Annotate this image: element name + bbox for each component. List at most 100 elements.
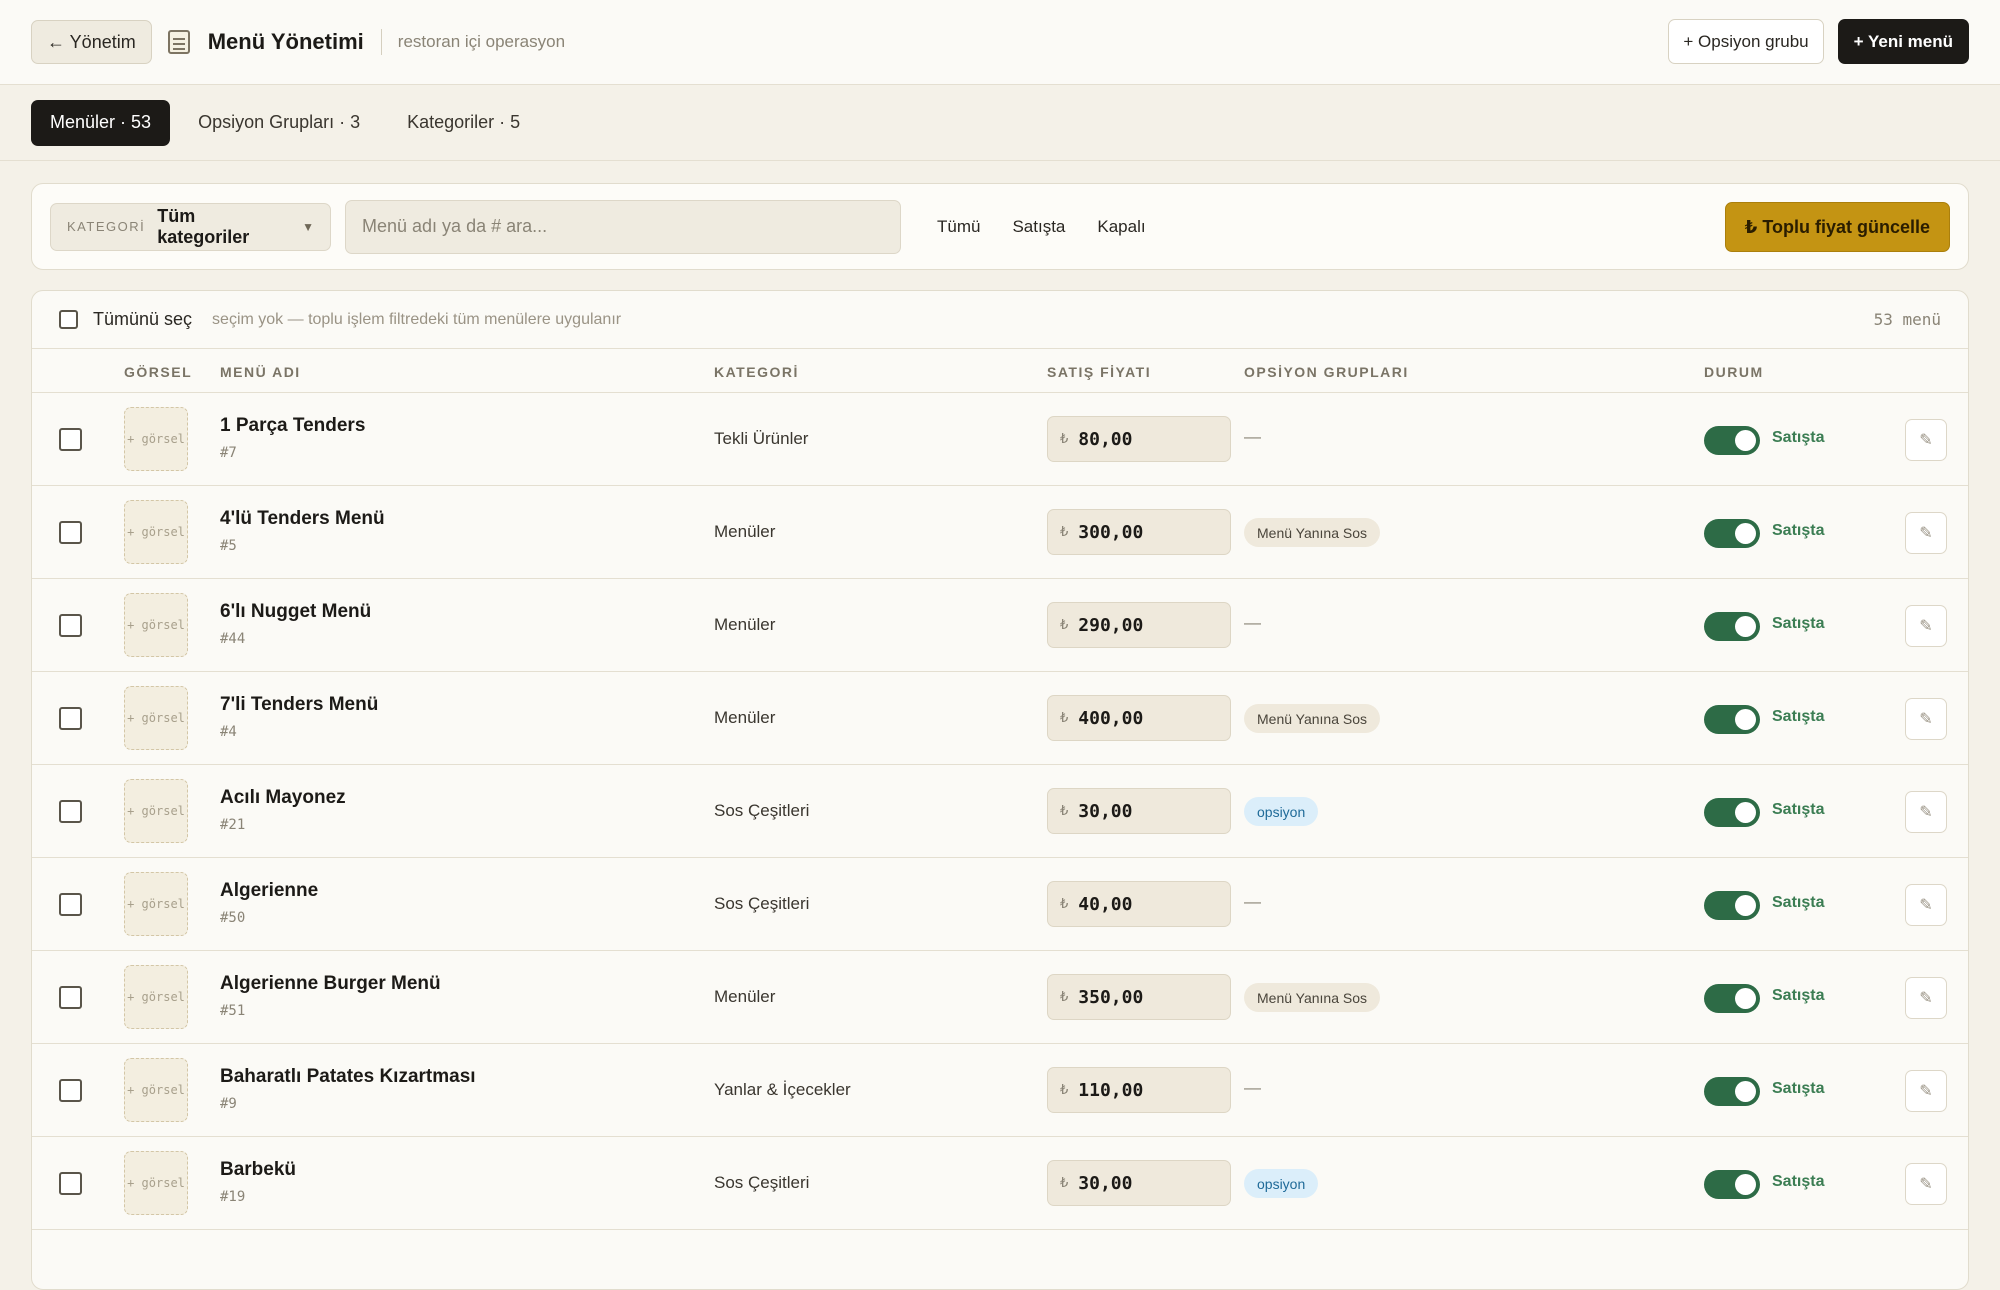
category-select[interactable]: KATEGORİ Tüm kategoriler ▼ — [50, 202, 331, 251]
sale-status-label: Satışta — [1772, 522, 1825, 539]
bulk-price-update-button[interactable]: ₺ Toplu fiyat güncelle — [1724, 202, 1950, 252]
edit-pencil-icon[interactable]: ✎ — [1905, 884, 1947, 926]
table-row[interactable]: + görsel Algerienne Burger Menü #51 Menü… — [32, 951, 1968, 1044]
row-checkbox[interactable] — [59, 521, 82, 544]
add-image-placeholder[interactable]: + görsel — [124, 500, 188, 564]
row-checkbox[interactable] — [59, 707, 82, 730]
table-row[interactable]: + görsel Acılı Mayonez #21 Sos Çeşitleri… — [32, 765, 1968, 858]
menu-category: Sos Çeşitleri — [714, 894, 810, 913]
menu-category: Menüler — [714, 615, 776, 634]
add-image-placeholder[interactable]: + görsel — [124, 779, 188, 843]
table-row[interactable]: + görsel 1 Parça Tenders #7 Tekli Ürünle… — [32, 393, 1968, 486]
tab-option-groups[interactable]: Opsiyon Grupları · 3 — [179, 100, 379, 146]
row-checkbox[interactable] — [59, 1079, 82, 1102]
add-image-placeholder[interactable]: + görsel — [124, 686, 188, 750]
currency-symbol: ₺ — [1060, 524, 1069, 539]
sale-status-toggle[interactable] — [1704, 519, 1760, 548]
column-header-name: MENÜ ADI — [220, 364, 301, 380]
edit-pencil-icon[interactable]: ✎ — [1905, 419, 1947, 461]
row-checkbox[interactable] — [59, 1172, 82, 1195]
table-row[interactable]: + görsel Algerienne #50 Sos Çeşitleri ₺ … — [32, 858, 1968, 951]
price-input[interactable]: ₺ 30,00 — [1047, 1160, 1231, 1206]
price-input[interactable]: ₺ 40,00 — [1047, 881, 1231, 927]
add-image-placeholder[interactable]: + görsel — [124, 1151, 188, 1215]
currency-symbol: ₺ — [1060, 803, 1069, 818]
sale-status-label: Satışta — [1772, 801, 1825, 818]
price-input[interactable]: ₺ 80,00 — [1047, 416, 1231, 462]
row-checkbox[interactable] — [59, 614, 82, 637]
status-filter-closed[interactable]: Kapalı — [1081, 217, 1161, 237]
caret-down-icon: ▼ — [302, 219, 314, 234]
table-header: GÖRSEL MENÜ ADI KATEGORİ SATIŞ FİYATI OP… — [32, 349, 1968, 393]
add-image-placeholder[interactable]: + görsel — [124, 407, 188, 471]
menu-category: Tekli Ürünler — [714, 429, 809, 448]
sale-status-toggle[interactable] — [1704, 612, 1760, 641]
table-row[interactable]: + görsel 6'lı Nugget Menü #44 Menüler ₺ … — [32, 579, 1968, 672]
add-image-placeholder[interactable]: + görsel — [124, 1058, 188, 1122]
status-filter-all[interactable]: Tümü — [921, 217, 996, 237]
menu-id: #21 — [220, 817, 246, 833]
row-checkbox[interactable] — [59, 800, 82, 823]
table-row[interactable]: + görsel Baharatlı Patates Kızartması #9… — [32, 1044, 1968, 1137]
select-all-label[interactable]: Tümünü seç — [93, 309, 192, 330]
price-input[interactable]: ₺ 300,00 — [1047, 509, 1231, 555]
sale-status-toggle[interactable] — [1704, 1170, 1760, 1199]
status-filter-on-sale[interactable]: Satışta — [996, 217, 1081, 237]
new-menu-button[interactable]: + Yeni menü — [1837, 19, 1969, 64]
sale-status-toggle[interactable] — [1704, 798, 1760, 827]
menu-name: 1 Parça Tenders — [220, 415, 366, 436]
sale-status-toggle[interactable] — [1704, 1077, 1760, 1106]
option-group-tag: opsiyon — [1244, 797, 1319, 826]
tab-menus[interactable]: Menüler · 53 — [31, 99, 171, 146]
price-value: 30,00 — [1078, 1172, 1133, 1194]
edit-pencil-icon[interactable]: ✎ — [1905, 698, 1947, 740]
sale-status-toggle[interactable] — [1704, 891, 1760, 920]
table-row[interactable]: + görsel 7'li Tenders Menü #4 Menüler ₺ … — [32, 672, 1968, 765]
row-checkbox[interactable] — [59, 893, 82, 916]
edit-pencil-icon[interactable]: ✎ — [1905, 977, 1947, 1019]
price-input[interactable]: ₺ 110,00 — [1047, 1067, 1231, 1113]
edit-pencil-icon[interactable]: ✎ — [1905, 791, 1947, 833]
table-row[interactable]: + görsel 4'lü Tenders Menü #5 Menüler ₺ … — [32, 486, 1968, 579]
price-input[interactable]: ₺ 30,00 — [1047, 788, 1231, 834]
table-row[interactable]: + görsel Barbekü #19 Sos Çeşitleri ₺ 30,… — [32, 1137, 1968, 1230]
column-header-category: KATEGORİ — [714, 364, 799, 380]
menu-id: #7 — [220, 445, 237, 461]
price-input[interactable]: ₺ 350,00 — [1047, 974, 1231, 1020]
sale-status-toggle[interactable] — [1704, 705, 1760, 734]
back-to-admin-button[interactable]: ← Yönetim — [31, 20, 152, 64]
option-group-tag: Menü Yanına Sos — [1244, 704, 1381, 733]
row-checkbox[interactable] — [59, 428, 82, 451]
sale-status-toggle[interactable] — [1704, 426, 1760, 455]
currency-symbol: ₺ — [1060, 896, 1069, 911]
column-header-option-groups: OPSİYON GRUPLARI — [1244, 364, 1409, 380]
add-image-placeholder[interactable]: + görsel — [124, 593, 188, 657]
currency-symbol: ₺ — [1060, 431, 1069, 446]
price-input[interactable]: ₺ 400,00 — [1047, 695, 1231, 741]
add-image-placeholder[interactable]: + görsel — [124, 965, 188, 1029]
option-groups-empty: — — [1244, 892, 1261, 911]
search-input[interactable]: Menü adı ya da # ara... — [345, 199, 901, 254]
add-option-group-button[interactable]: + Opsiyon grubu — [1668, 19, 1824, 64]
tab-categories[interactable]: Kategoriler · 5 — [388, 100, 539, 146]
sale-status-label: Satışta — [1772, 708, 1825, 725]
category-select-value: Tüm kategoriler — [157, 205, 250, 247]
edit-pencil-icon[interactable]: ✎ — [1905, 512, 1947, 554]
column-header-status: DURUM — [1704, 364, 1764, 380]
currency-symbol: ₺ — [1060, 710, 1069, 725]
price-input[interactable]: ₺ 290,00 — [1047, 602, 1231, 648]
row-checkbox[interactable] — [59, 986, 82, 1009]
select-all-checkbox[interactable] — [59, 310, 78, 329]
option-groups-empty: — — [1244, 1078, 1261, 1097]
title-divider — [380, 29, 382, 55]
edit-pencil-icon[interactable]: ✎ — [1905, 1070, 1947, 1112]
selection-bar: Tümünü seç seçim yok — toplu işlem filtr… — [32, 291, 1968, 349]
sale-status-toggle[interactable] — [1704, 984, 1760, 1013]
edit-pencil-icon[interactable]: ✎ — [1905, 605, 1947, 647]
menu-category: Sos Çeşitleri — [714, 1173, 810, 1192]
add-image-placeholder[interactable]: + görsel — [124, 872, 188, 936]
edit-pencil-icon[interactable]: ✎ — [1905, 1163, 1947, 1205]
menu-name: Algerienne — [220, 880, 319, 901]
menu-id: #19 — [220, 1189, 246, 1205]
option-group-tag: Menü Yanına Sos — [1244, 983, 1381, 1012]
